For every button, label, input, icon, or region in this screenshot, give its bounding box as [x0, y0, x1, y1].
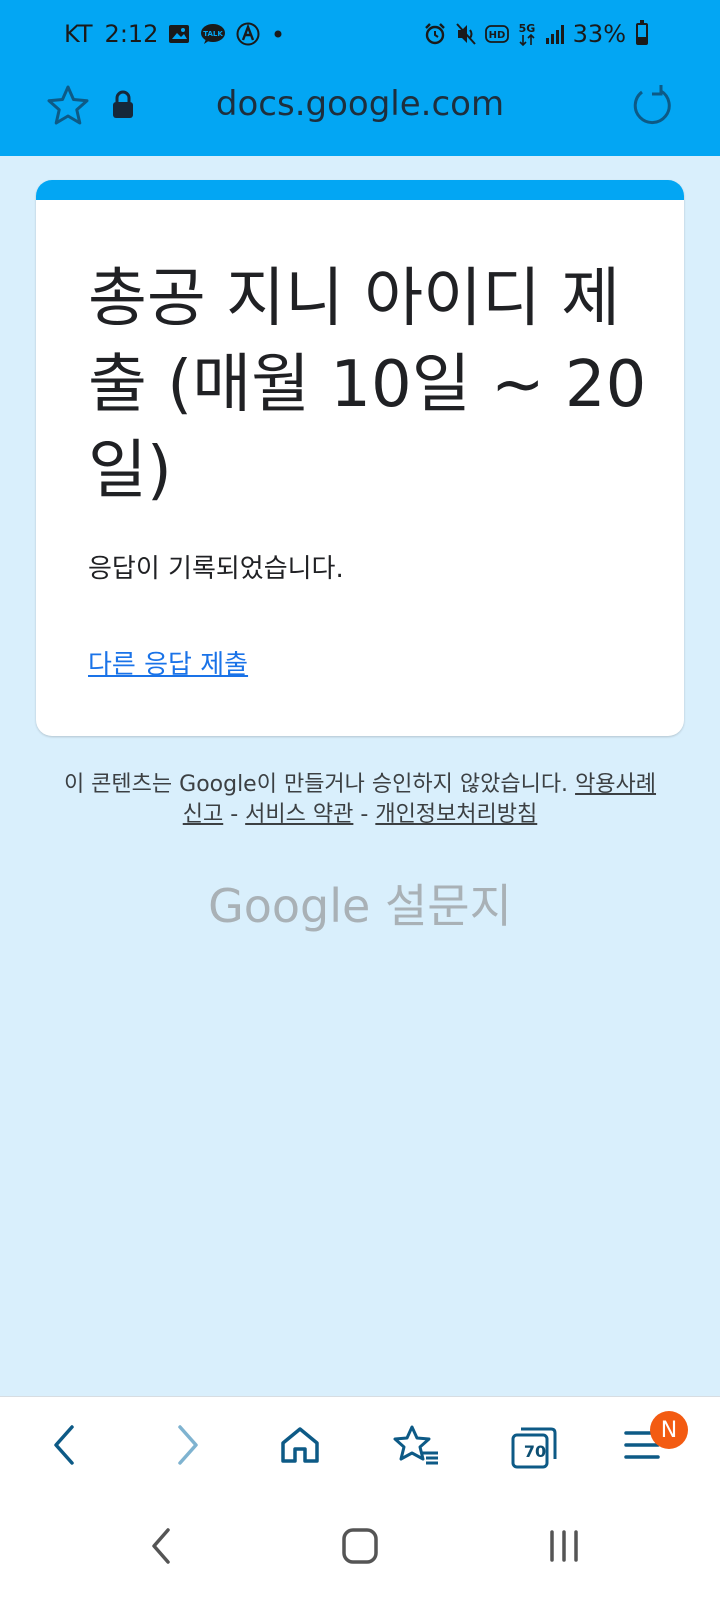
- browser-header: KT 2:12 TALK HD 5G 33% docs.google.com: [0, 0, 720, 156]
- nav-recents-icon: [544, 1526, 584, 1570]
- menu-notification-badge: N: [650, 1411, 688, 1449]
- carrier-label: KT: [64, 20, 93, 48]
- home-button[interactable]: [270, 1417, 330, 1477]
- card-accent-bar: [36, 180, 684, 200]
- brand-google: Google: [208, 879, 371, 933]
- brand-forms: 설문지: [384, 879, 512, 933]
- forward-button[interactable]: [156, 1417, 216, 1477]
- form-title: 총공 지니 아이디 제출 (매월 10일 ~ 20일): [88, 262, 647, 508]
- clock: 2:12: [104, 20, 159, 48]
- svg-text:TALK: TALK: [204, 30, 224, 38]
- disclaimer-text: 이 콘텐츠는 Google이 만들거나 승인하지 않았습니다.: [63, 772, 569, 797]
- form-card: 총공 지니 아이디 제출 (매월 10일 ~ 20일) 응답이 기록되었습니다.…: [36, 180, 684, 736]
- svg-text:HD: HD: [488, 30, 505, 41]
- separator: -: [360, 802, 369, 827]
- back-icon: [46, 1423, 86, 1471]
- terms-link[interactable]: 서비스 약관: [245, 802, 353, 827]
- battery-icon: [636, 20, 648, 45]
- home-icon: [278, 1423, 322, 1471]
- alarm-icon: [423, 22, 447, 46]
- signal-icon: [545, 23, 565, 45]
- browser-toolbar: 70: [0, 1396, 720, 1496]
- disclaimer: 이 콘텐츠는 Google이 만들거나 승인하지 않았습니다. 악용사례 신고 …: [60, 770, 660, 830]
- refresh-icon[interactable]: [628, 82, 676, 130]
- nav-home-icon: [340, 1526, 380, 1570]
- 5g-icon: 5G: [517, 21, 537, 47]
- bookmarks-button[interactable]: [386, 1417, 446, 1477]
- svg-text:5G: 5G: [518, 22, 535, 35]
- gallery-icon: [168, 24, 190, 44]
- status-bar: KT 2:12 TALK HD 5G 33%: [0, 0, 720, 70]
- forward-icon: [166, 1423, 206, 1471]
- url-bar[interactable]: docs.google.com: [0, 70, 720, 156]
- dot-icon: [270, 29, 286, 39]
- tabs-icon: 70: [509, 1423, 559, 1471]
- nav-back-button[interactable]: [132, 1518, 192, 1578]
- tabs-count: 70: [523, 1442, 547, 1461]
- mute-icon: [455, 22, 477, 46]
- system-navigation-bar: [0, 1496, 720, 1600]
- submit-another-response-link[interactable]: 다른 응답 제출: [88, 644, 248, 681]
- app-icon: [236, 22, 260, 46]
- url-text[interactable]: docs.google.com: [0, 84, 720, 124]
- bookmarks-icon: [392, 1423, 440, 1471]
- hd-icon: HD: [484, 25, 509, 43]
- back-button[interactable]: [36, 1417, 96, 1477]
- google-forms-logo[interactable]: Google 설문지: [0, 870, 720, 936]
- battery-percent: 33%: [572, 20, 626, 48]
- nav-recents-button[interactable]: [534, 1518, 594, 1578]
- confirmation-message: 응답이 기록되었습니다.: [88, 554, 344, 584]
- nav-home-button[interactable]: [330, 1518, 390, 1578]
- privacy-link[interactable]: 개인정보처리방침: [375, 802, 537, 827]
- separator: -: [230, 802, 239, 827]
- nav-back-icon: [144, 1524, 180, 1572]
- tabs-button[interactable]: 70: [504, 1417, 564, 1477]
- talk-icon: TALK: [200, 23, 226, 45]
